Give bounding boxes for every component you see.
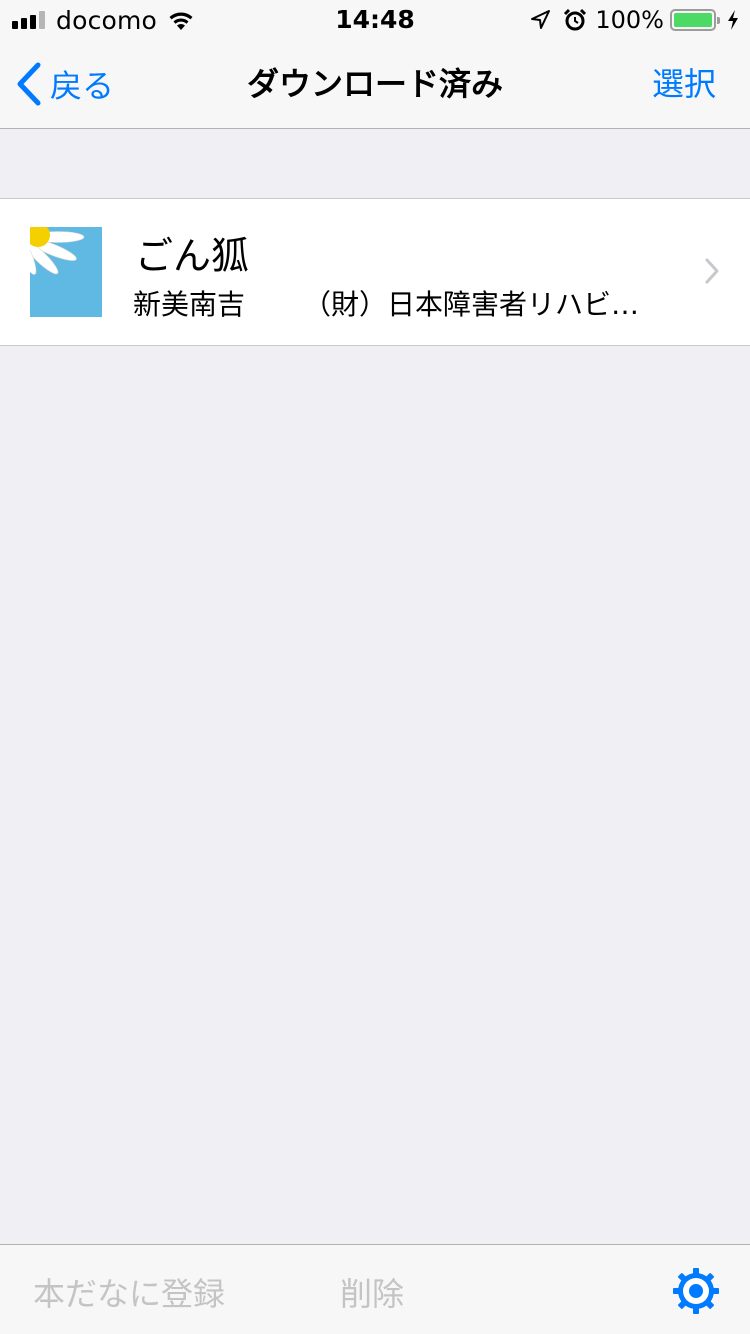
gear-icon[interactable]	[673, 1268, 719, 1314]
battery-icon	[670, 9, 720, 31]
alarm-icon	[564, 8, 587, 31]
battery-percentage: 100%	[595, 6, 664, 34]
status-right: 100%	[529, 4, 740, 36]
book-row[interactable]: ごん狐 新美南吉 （財）日本障害者リハビ…	[0, 199, 750, 345]
book-publisher: （財）日本障害者リハビ…	[303, 288, 640, 321]
status-bar: docomo 14:48 100%	[0, 0, 750, 40]
location-arrow-icon	[531, 10, 551, 29]
register-to-bookshelf-button[interactable]: 本だなに登録	[33, 1269, 225, 1315]
downloaded-book-list: ごん狐 新美南吉 （財）日本障害者リハビ…	[0, 198, 750, 346]
screen: docomo 14:48 100% 戻る ダウンロード済み 選択 ごん狐 新美南…	[0, 0, 750, 1334]
book-title: ごん狐	[135, 234, 250, 278]
select-button[interactable]: 選択	[652, 62, 716, 106]
delete-button[interactable]: 削除	[340, 1269, 404, 1315]
daisy-cover-icon	[30, 227, 102, 317]
bottom-toolbar: 本だなに登録 削除	[0, 1244, 750, 1334]
charging-bolt-icon	[728, 10, 738, 30]
book-meta: 新美南吉 （財）日本障害者リハビ…	[133, 283, 663, 323]
page-title: ダウンロード済み	[246, 65, 503, 103]
chevron-right-icon	[705, 258, 719, 284]
book-author: 新美南吉	[133, 288, 246, 321]
navigation-bar: 戻る ダウンロード済み 選択	[0, 40, 750, 129]
